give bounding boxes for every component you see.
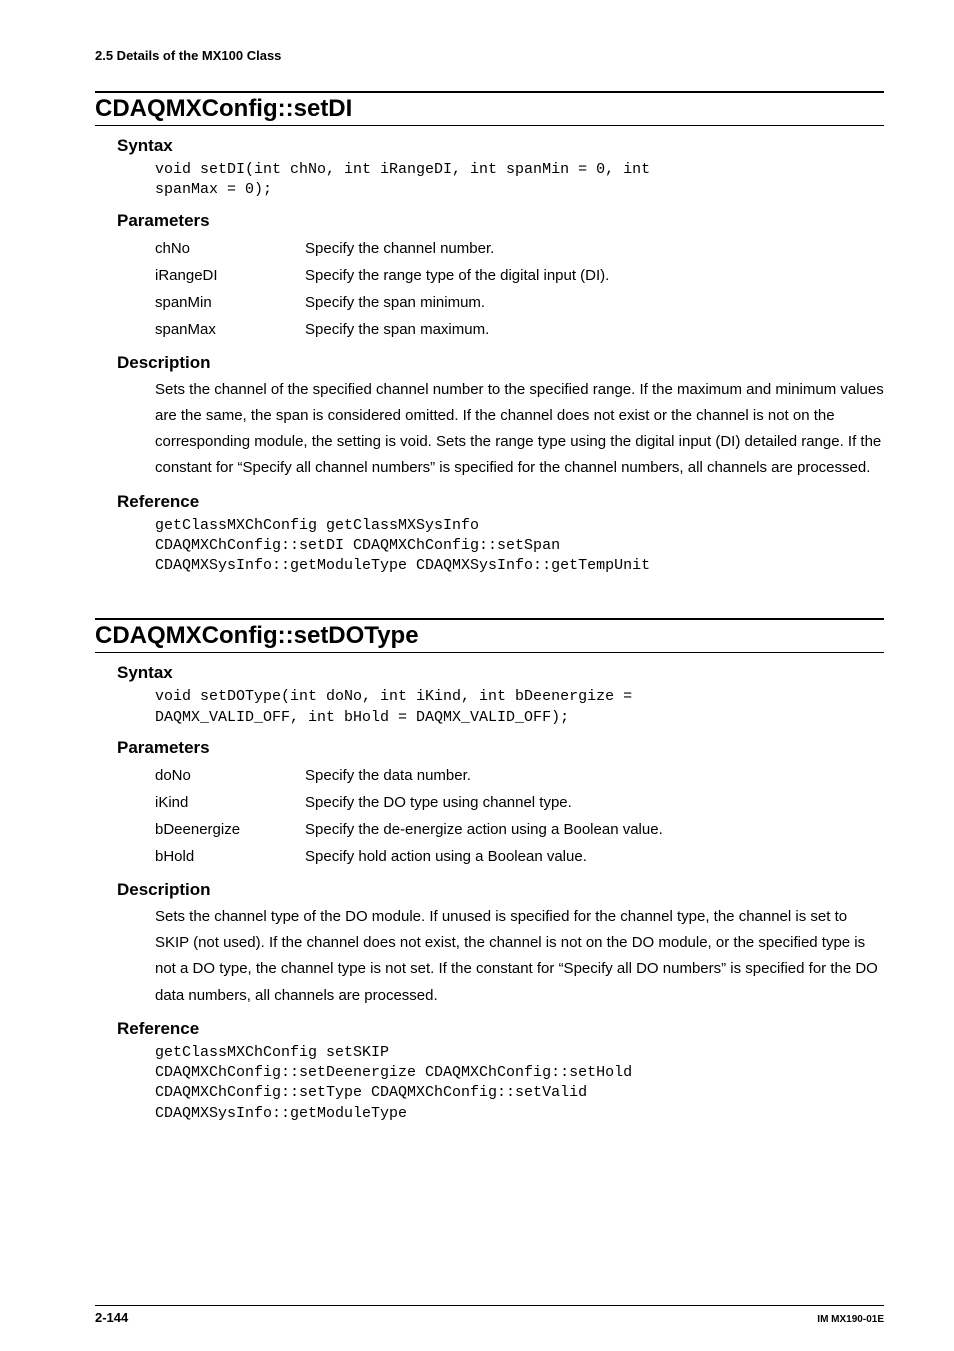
param-row: doNo Specify the data number. — [155, 762, 663, 789]
description-heading: Description — [117, 880, 884, 900]
topic-title: CDAQMXConfig::setDI — [95, 95, 884, 123]
syntax-code: void setDOType(int doNo, int iKind, int … — [155, 687, 884, 728]
rule-top — [95, 91, 884, 93]
param-desc: Specify the DO type using channel type. — [305, 789, 663, 816]
page-number: 2-144 — [95, 1310, 128, 1325]
description-heading: Description — [117, 353, 884, 373]
param-row: spanMax Specify the span maximum. — [155, 316, 609, 343]
param-row: iRangeDI Specify the range type of the d… — [155, 262, 609, 289]
param-name: doNo — [155, 762, 305, 789]
reference-heading: Reference — [117, 492, 884, 512]
param-desc: Specify hold action using a Boolean valu… — [305, 843, 663, 870]
page-footer: 2-144 IM MX190-01E — [95, 1305, 884, 1325]
param-desc: Specify the data number. — [305, 762, 663, 789]
parameters-heading: Parameters — [117, 211, 884, 231]
param-desc: Specify the channel number. — [305, 235, 609, 262]
param-row: iKind Specify the DO type using channel … — [155, 789, 663, 816]
reference-code: getClassMXChConfig setSKIP CDAQMXChConfi… — [155, 1043, 884, 1124]
syntax-heading: Syntax — [117, 663, 884, 683]
running-head: 2.5 Details of the MX100 Class — [95, 48, 884, 63]
topic-setdotype: CDAQMXConfig::setDOType Syntax void setD… — [95, 618, 884, 1124]
param-name: bDeenergize — [155, 816, 305, 843]
param-name: spanMin — [155, 289, 305, 316]
description-text: Sets the channel type of the DO module. … — [155, 904, 884, 1009]
param-row: bDeenergize Specify the de-energize acti… — [155, 816, 663, 843]
syntax-heading: Syntax — [117, 136, 884, 156]
rule-top — [95, 618, 884, 620]
footer-rule — [95, 1305, 884, 1306]
param-row: bHold Specify hold action using a Boolea… — [155, 843, 663, 870]
param-name: iKind — [155, 789, 305, 816]
rule-bottom — [95, 125, 884, 126]
document-id: IM MX190-01E — [817, 1314, 884, 1325]
param-desc: Specify the span minimum. — [305, 289, 609, 316]
param-name: chNo — [155, 235, 305, 262]
rule-bottom — [95, 652, 884, 653]
param-desc: Specify the span maximum. — [305, 316, 609, 343]
parameters-heading: Parameters — [117, 738, 884, 758]
syntax-code: void setDI(int chNo, int iRangeDI, int s… — [155, 160, 884, 201]
parameters-table: chNo Specify the channel number. iRangeD… — [155, 235, 609, 343]
description-text: Sets the channel of the specified channe… — [155, 377, 884, 482]
topic-title: CDAQMXConfig::setDOType — [95, 622, 884, 650]
param-row: chNo Specify the channel number. — [155, 235, 609, 262]
param-desc: Specify the range type of the digital in… — [305, 262, 609, 289]
param-name: iRangeDI — [155, 262, 305, 289]
param-desc: Specify the de-energize action using a B… — [305, 816, 663, 843]
reference-code: getClassMXChConfig getClassMXSysInfo CDA… — [155, 516, 884, 577]
param-name: bHold — [155, 843, 305, 870]
param-name: spanMax — [155, 316, 305, 343]
param-row: spanMin Specify the span minimum. — [155, 289, 609, 316]
parameters-table: doNo Specify the data number. iKind Spec… — [155, 762, 663, 870]
topic-setdi: CDAQMXConfig::setDI Syntax void setDI(in… — [95, 91, 884, 576]
reference-heading: Reference — [117, 1019, 884, 1039]
